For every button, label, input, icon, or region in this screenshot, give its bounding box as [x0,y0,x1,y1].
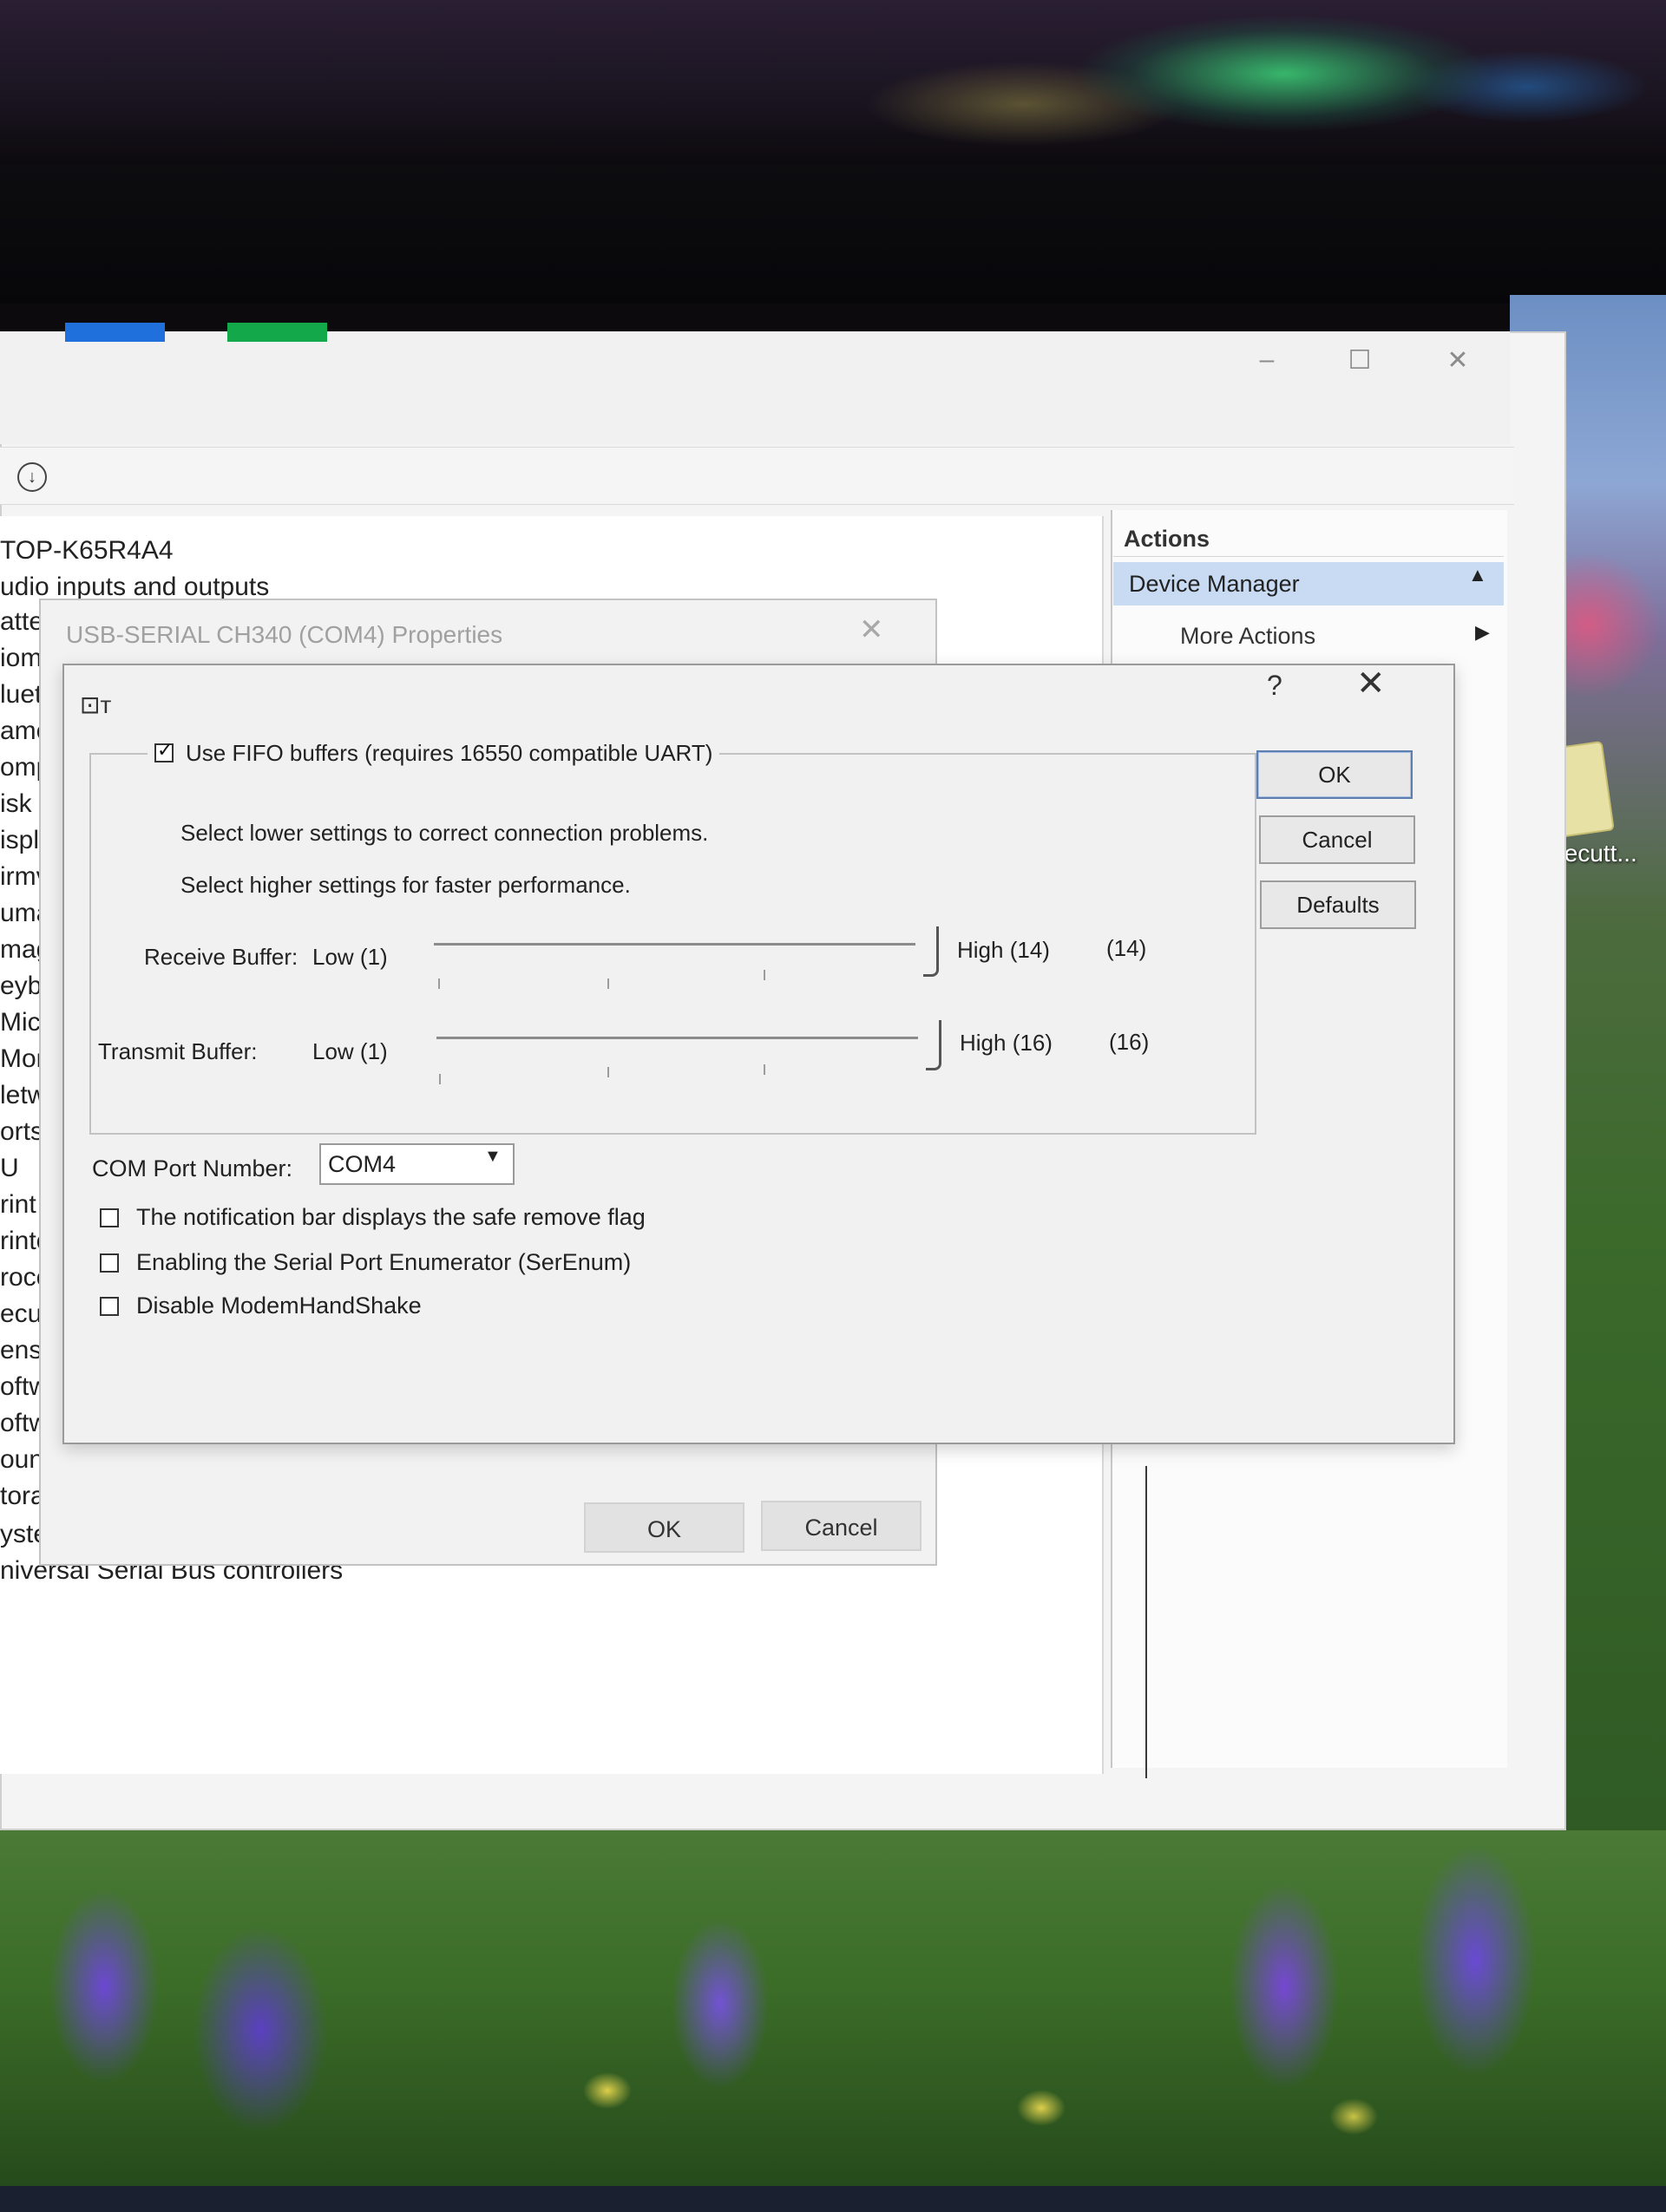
device-tree-item[interactable]: atte [0,605,43,639]
cancel-button[interactable]: Cancel [1259,815,1415,864]
actions-device-manager[interactable]: Device Manager [1113,562,1504,605]
device-tree-item[interactable]: tora [0,1479,45,1514]
more-actions[interactable]: More Actions [1180,623,1315,650]
taskbar [0,2186,1666,2212]
receive-buffer-slider-track[interactable] [434,943,915,946]
help-icon[interactable]: ? [1267,670,1282,702]
transmit-buffer-label: Transmit Buffer: [98,1038,258,1064]
transmit-buffer-slider-thumb[interactable] [926,1020,941,1070]
receive-buffer-low-label: Low (1) [312,944,388,970]
properties-ok-button[interactable]: OK [584,1502,744,1553]
close-icon[interactable]: ✕ [1436,345,1479,376]
slider-tick [439,1074,441,1084]
device-tree-item[interactable]: iom [0,641,42,676]
receive-buffer-label: Receive Buffer: [144,944,298,970]
monitor-bezel [0,165,1666,304]
fifo-checkbox-row[interactable]: Use FIFO buffers (requires 16550 compati… [148,737,720,769]
device-tree-item[interactable]: oun [0,1443,43,1477]
hint-lower-settings: Select lower settings to correct connect… [180,820,709,846]
update-driver-icon[interactable]: ↓ [17,462,47,492]
serenum-checkbox[interactable] [100,1253,119,1273]
option-serial-enumerator[interactable]: Enabling the Serial Port Enumerator (Ser… [100,1249,631,1276]
device-tree-item[interactable]: ispl [0,823,39,858]
transmit-buffer-slider-track[interactable] [436,1037,918,1039]
slider-tick [764,1064,765,1075]
safe-remove-flag-checkbox[interactable] [100,1207,119,1227]
modem-handshake-label[interactable]: Disable ModemHandShake [136,1293,422,1319]
slider-tick [438,978,440,989]
minimize-icon[interactable]: – [1245,345,1289,375]
option-disable-modem-handshake[interactable]: Disable ModemHandShake [100,1293,422,1319]
actions-header: Actions [1113,520,1504,557]
fifo-checkbox-label[interactable]: Use FIFO buffers (requires 16550 compati… [186,740,712,767]
device-tree-item[interactable]: eyb [0,969,42,1004]
receive-buffer-high-label: High (14) [957,937,1050,963]
device-tree-item[interactable]: isk [0,787,32,821]
device-tree-item[interactable]: U [0,1151,19,1186]
com-port-label: COM Port Number: [92,1155,293,1181]
background-photo-top [0,0,1666,165]
maximize-icon[interactable]: ☐ [1338,345,1381,376]
wallpaper-bottom [0,1830,1666,2212]
receive-buffer-slider-thumb[interactable] [923,926,939,977]
chevron-down-icon[interactable]: ▼ [484,1147,502,1167]
option-safe-remove-flag[interactable]: The notification bar displays the safe r… [100,1204,646,1231]
pane-divider [1145,1466,1147,1778]
defaults-button[interactable]: Defaults [1260,880,1416,929]
transmit-buffer-value: (16) [1109,1029,1150,1055]
modem-handshake-checkbox[interactable] [100,1296,119,1316]
ok-button[interactable]: OK [1256,750,1413,799]
device-tree-item[interactable]: TOP-K65R4A4 [0,533,174,568]
close-icon[interactable]: ✕ [859,612,884,647]
properties-cancel-button[interactable]: Cancel [761,1501,922,1551]
chevron-up-icon[interactable]: ▲ [1468,564,1487,586]
device-tree-item[interactable]: luet [0,677,42,712]
close-icon[interactable]: ✕ [1356,664,1386,704]
device-tree-item[interactable]: rint [0,1188,36,1222]
dialog-title-icon: ⊡т [80,691,112,718]
slider-tick [764,970,765,980]
slider-tick [607,978,609,989]
transmit-buffer-low-label: Low (1) [312,1038,388,1064]
toolbar [0,447,1514,505]
serenum-label[interactable]: Enabling the Serial Port Enumerator (Ser… [136,1249,631,1276]
device-tree-item[interactable]: orts [0,1115,43,1149]
taskbar-app-indicator [227,323,327,342]
slider-tick [607,1067,609,1077]
hint-higher-settings: Select higher settings for faster perfor… [180,872,631,898]
chevron-right-icon[interactable]: ▶ [1475,621,1490,644]
properties-dialog-title: USB-SERIAL CH340 (COM4) Properties [66,621,503,648]
transmit-buffer-high-label: High (16) [960,1030,1053,1056]
taskbar-app-indicator [65,323,165,342]
receive-buffer-value: (14) [1106,935,1147,961]
safe-remove-flag-label[interactable]: The notification bar displays the safe r… [136,1204,646,1231]
fifo-checkbox[interactable] [154,739,174,762]
